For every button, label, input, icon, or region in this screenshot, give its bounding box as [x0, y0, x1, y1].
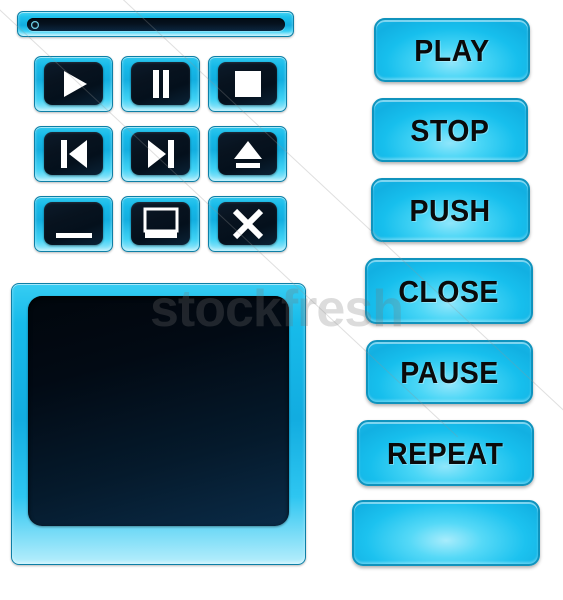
eject-button[interactable] [208, 126, 287, 182]
play-icon [44, 62, 103, 105]
minimize-button[interactable] [34, 196, 113, 252]
pause-text-button[interactable]: PAUSE [366, 340, 533, 404]
play-text-button[interactable]: PLAY [374, 18, 530, 82]
previous-track-icon [44, 132, 103, 175]
stop-icon [218, 62, 277, 105]
stop-text-button[interactable]: STOP [372, 98, 528, 162]
display-screen-surface [28, 296, 289, 526]
close-text-button[interactable]: CLOSE [365, 258, 533, 324]
play-text-button-label: PLAY [414, 32, 490, 68]
stop-button[interactable] [208, 56, 287, 112]
stop-text-button-label: STOP [410, 112, 490, 148]
player-title-slot-bar[interactable] [17, 11, 294, 37]
play-button[interactable] [34, 56, 113, 112]
pause-button[interactable] [121, 56, 200, 112]
restore-window-icon [131, 202, 190, 245]
minimize-icon [44, 202, 103, 245]
pause-icon [131, 62, 190, 105]
display-screen-panel[interactable] [11, 283, 306, 565]
push-text-button[interactable]: PUSH [371, 178, 530, 242]
eject-icon [218, 132, 277, 175]
pause-text-button-label: PAUSE [400, 354, 499, 390]
close-text-button-label: CLOSE [398, 273, 500, 309]
restore-button[interactable] [121, 196, 200, 252]
close-x-icon [218, 202, 277, 245]
push-text-button-label: PUSH [409, 192, 492, 228]
repeat-text-button[interactable]: REPEAT [357, 420, 534, 486]
next-track-icon [131, 132, 190, 175]
title-slot-track[interactable] [27, 18, 285, 31]
indicator-led-icon [31, 20, 39, 29]
close-button[interactable] [208, 196, 287, 252]
previous-button[interactable] [34, 126, 113, 182]
ui-root: PLAY STOP PUSH CLOSE PAUSE REPEAT stockf… [0, 0, 563, 600]
next-button[interactable] [121, 126, 200, 182]
blank-text-button[interactable] [352, 500, 540, 566]
repeat-text-button-label: REPEAT [387, 435, 504, 471]
